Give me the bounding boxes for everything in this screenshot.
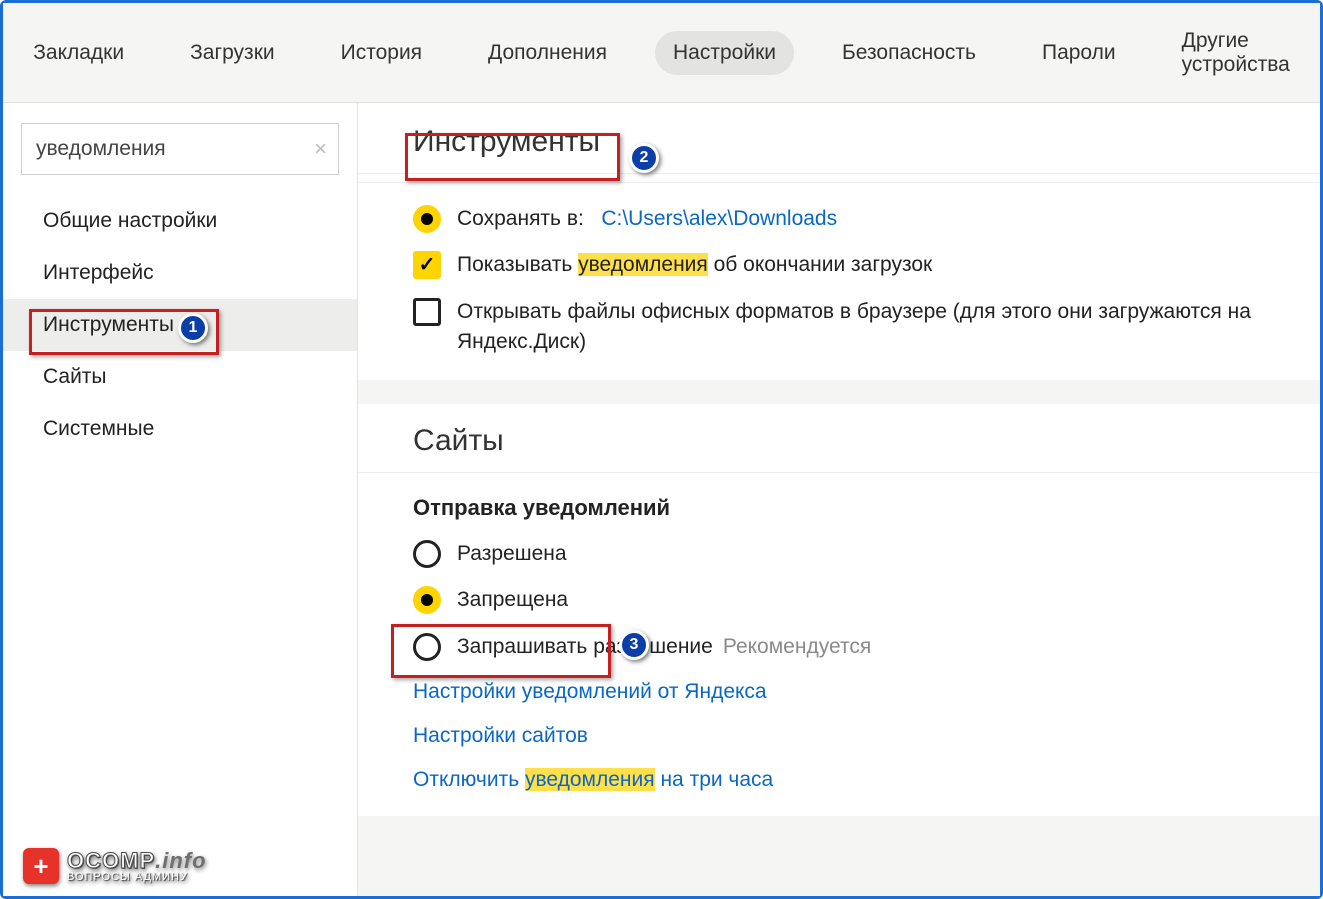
section-title-sites: Сайты: [358, 404, 1320, 473]
tab-other-devices[interactable]: Другие устройства: [1164, 19, 1308, 87]
sidebar: × Общие настройки Интерфейс Инструменты …: [3, 103, 358, 896]
sidebar-item-tools[interactable]: Инструменты: [3, 299, 357, 351]
option-ask[interactable]: Запрашивать разрешениеРекомендуется: [358, 624, 1320, 670]
radio-icon[interactable]: [413, 633, 441, 661]
tab-downloads[interactable]: Загрузки: [172, 31, 293, 75]
radio-icon[interactable]: [413, 540, 441, 568]
checkbox-icon[interactable]: [413, 251, 441, 279]
sidebar-item-general[interactable]: Общие настройки: [3, 195, 357, 247]
highlight-text: уведомления: [525, 768, 655, 791]
option-notify-downloads[interactable]: Показывать уведомления об окончании загр…: [358, 242, 1320, 288]
highlight-text: уведомления: [578, 253, 708, 276]
clear-icon[interactable]: ×: [314, 138, 327, 160]
sidebar-item-interface[interactable]: Интерфейс: [3, 247, 357, 299]
tab-bookmarks[interactable]: Закладки: [15, 31, 142, 75]
link-disable-notifications[interactable]: Отключить уведомления на три часа: [358, 758, 1320, 802]
top-tabs: Закладки Загрузки История Дополнения Нас…: [3, 3, 1320, 103]
option-forbidden[interactable]: Запрещена: [358, 577, 1320, 623]
sidebar-item-system[interactable]: Системные: [3, 403, 357, 455]
option-save-to[interactable]: Сохранять в: C:\Users\alex\Downloads: [358, 196, 1320, 242]
subheading-send-notifications: Отправка уведомлений: [358, 473, 1320, 531]
option-allowed[interactable]: Разрешена: [358, 531, 1320, 577]
search-input[interactable]: [21, 123, 339, 175]
recommended-label: Рекомендуется: [723, 635, 871, 658]
section-title-tools: Инструменты: [358, 103, 1320, 174]
tab-history[interactable]: История: [323, 31, 440, 75]
tab-settings[interactable]: Настройки: [655, 31, 794, 75]
tab-passwords[interactable]: Пароли: [1024, 31, 1134, 75]
sidebar-item-sites[interactable]: Сайты: [3, 351, 357, 403]
link-yandex-notifications[interactable]: Настройки уведомлений от Яндекса: [358, 670, 1320, 714]
main-content: Инструменты Сохранять в: C:\Users\alex\D…: [358, 103, 1320, 896]
tab-security[interactable]: Безопасность: [824, 31, 994, 75]
checkbox-icon[interactable]: [413, 298, 441, 326]
save-path-link[interactable]: C:\Users\alex\Downloads: [601, 207, 837, 230]
tab-addons[interactable]: Дополнения: [470, 31, 625, 75]
plus-icon: +: [23, 848, 59, 884]
option-open-office[interactable]: Открывать файлы офисных форматов в брауз…: [358, 289, 1320, 366]
radio-icon[interactable]: [413, 205, 441, 233]
link-site-settings[interactable]: Настройки сайтов: [358, 714, 1320, 758]
radio-icon[interactable]: [413, 586, 441, 614]
save-to-label: Сохранять в:: [457, 207, 584, 230]
watermark: + OCOMP.info ВОПРОСЫ АДМИНУ: [23, 848, 207, 884]
